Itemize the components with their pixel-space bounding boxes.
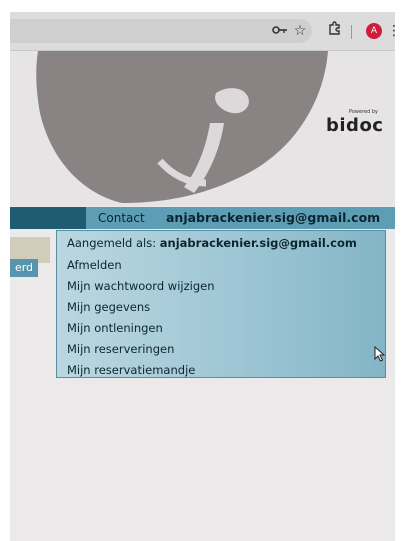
menu-item-my-details[interactable]: Mijn gegevens [67,300,150,314]
menu-item-my-reservations[interactable]: Mijn reserveringen [67,342,174,356]
account-dropdown-menu: Aangemeld als: anjabrackenier.sig@gmail.… [56,230,386,378]
star-icon[interactable]: ☆ [292,20,308,42]
partial-button[interactable]: erd [10,259,38,277]
user-account-menu-trigger[interactable]: anjabrackenier.sig@gmail.com [166,210,380,225]
contact-link[interactable]: Contact [98,211,145,225]
screen-photo: ☆ A ⋮ Powered by bidoc Contact anjabrack… [10,12,395,541]
address-bar[interactable] [10,19,312,43]
puzzle-icon[interactable] [327,20,343,42]
key-icon[interactable] [272,20,288,42]
bidoc-logo-text: bidoc [326,115,384,136]
menu-item-my-loans[interactable]: Mijn ontleningen [67,321,163,335]
profile-avatar[interactable]: A [366,23,382,39]
menu-icon[interactable]: ⋮ [387,20,395,42]
bidoc-logo: Powered by bidoc [326,109,384,136]
mouse-cursor-icon [374,345,386,366]
signed-in-as-row: Aangemeld als: anjabrackenier.sig@gmail.… [67,236,357,250]
menu-item-change-password[interactable]: Mijn wachtwoord wijzigen [67,279,214,293]
toolbar-separator [351,25,352,39]
site-banner: Powered by bidoc [10,51,395,206]
signed-in-label: Aangemeld als: [67,236,157,250]
menu-item-reservation-basket[interactable]: Mijn reservatiemandje [67,363,195,377]
browser-toolbar: ☆ A ⋮ [10,12,395,51]
menu-item-logout[interactable]: Afmelden [67,258,122,272]
signed-in-email: anjabrackenier.sig@gmail.com [159,236,357,250]
